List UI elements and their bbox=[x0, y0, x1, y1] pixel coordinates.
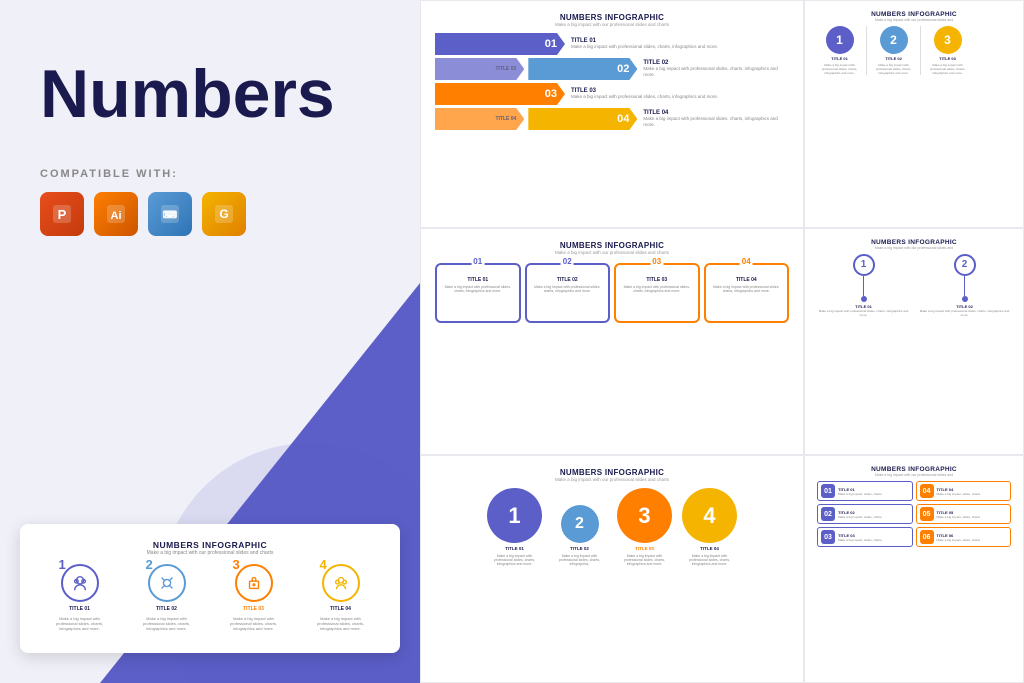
arrow-row-1: 01 TITLE 01 Make a big impact with profe… bbox=[435, 33, 789, 55]
rc1-title: NUMBERS INFOGRAPHIC bbox=[817, 11, 1011, 18]
rc3-item-2: 02 TITLE 02 Make a big impact, slides, c… bbox=[817, 504, 913, 524]
cg-3: 3 TITLE 03 Make a big impact with profes… bbox=[617, 488, 672, 566]
bracket-1: 01 TITLE 01 Make a big impact with profe… bbox=[435, 263, 521, 323]
arrow-label-2: TITLE 02 Make a big impact with professi… bbox=[643, 60, 789, 78]
slide1-title: NUMBERS INFOGRAPHIC bbox=[435, 13, 789, 22]
slide2-title: NUMBERS INFOGRAPHIC bbox=[435, 241, 789, 250]
rc2-item-1: 1 TITLE 01 Make a big impact with profes… bbox=[817, 254, 910, 317]
arrow-4: 04 bbox=[528, 108, 637, 130]
rc1-item-3: 3 TITLE 03 Make a big impact with profes… bbox=[925, 26, 970, 75]
circle-2: 2 bbox=[148, 564, 186, 602]
rc3-title: NUMBERS INFOGRAPHIC bbox=[817, 466, 1011, 473]
arrow-label-1: TITLE 01 Make a big impact with professi… bbox=[571, 38, 718, 50]
svg-text:G: G bbox=[219, 207, 228, 221]
compatible-label: COMPATIBLE WITH: bbox=[40, 168, 380, 180]
slide-arrows: NUMBERS INFOGRAPHIC Make a big impact wi… bbox=[420, 0, 804, 228]
circle-icons: 1 TITLE 01 Make a big impact with profes… bbox=[36, 564, 384, 631]
arrow-row-4: TITLE 04 04 TITLE 04 Make a big impact w… bbox=[435, 108, 789, 130]
cg-1: 1 TITLE 01 Make a big impact with profes… bbox=[487, 488, 542, 566]
right-column: NUMBERS INFOGRAPHIC Make a big impact wi… bbox=[804, 0, 1024, 683]
preview-item-4: 4 TITLE 04 Make a big impact with profes… bbox=[313, 564, 368, 631]
right-card-2: NUMBERS INFOGRAPHIC Make a big impact wi… bbox=[804, 228, 1024, 456]
ci-desc-2: Make a big impact with professional slid… bbox=[139, 616, 194, 631]
rc2-subtitle: Make a big impact with our professional … bbox=[817, 246, 1011, 250]
slide-circles: NUMBERS INFOGRAPHIC Make a big impact wi… bbox=[420, 455, 804, 683]
right-card-3: NUMBERS INFOGRAPHIC Make a big impact wi… bbox=[804, 455, 1024, 683]
rc1-arrows: 1 TITLE 01 Make a big impact with profes… bbox=[817, 26, 1011, 75]
arrow-row-3: 03 TITLE 03 Make a big impact with profe… bbox=[435, 83, 789, 105]
arrow-infographic: 01 TITLE 01 Make a big impact with profe… bbox=[435, 33, 789, 130]
rc3-item-5: 05 TITLE 05 Make a big impact, slides, c… bbox=[916, 504, 1012, 524]
preview-item-1: 1 TITLE 01 Make a big impact with profes… bbox=[52, 564, 107, 631]
slide2-subtitle: Make a big impact with our professional … bbox=[435, 250, 789, 255]
rc1-item-2: 2 TITLE 02 Make a big impact with profes… bbox=[871, 26, 916, 75]
powerpoint-icon: P bbox=[40, 192, 84, 236]
slide-brackets: NUMBERS INFOGRAPHIC Make a big impact wi… bbox=[420, 228, 804, 456]
arrow-2: 02 bbox=[528, 58, 637, 80]
ci-label-4: TITLE 04 bbox=[330, 606, 351, 612]
arrow-1: 01 bbox=[435, 33, 565, 55]
big-circle-3: 3 bbox=[617, 488, 672, 543]
circle-4: 4 bbox=[322, 564, 360, 602]
rc3-subtitle: Make a big impact with our professional … bbox=[817, 473, 1011, 477]
arrow-label-title4: TITLE 04 bbox=[435, 108, 524, 130]
rc3-item-1: 01 TITLE 01 Make a big impact, slides, c… bbox=[817, 481, 913, 501]
circle-1: 1 bbox=[61, 564, 99, 602]
svg-text:P: P bbox=[58, 207, 67, 222]
rc3-item-6: 06 TITLE 06 Make a big impact, slides, c… bbox=[916, 527, 1012, 547]
arrow-label-4: TITLE 04 Make a big impact with professi… bbox=[643, 110, 789, 128]
ci-label-3: TITLE 03 bbox=[243, 606, 264, 612]
preview-subtitle: Make a big impact with our professional … bbox=[36, 550, 384, 556]
illustrator-icon: Ai bbox=[94, 192, 138, 236]
keynote-icon: ⌨ bbox=[148, 192, 192, 236]
preview-item-3: 3 TITLE 03 Make a big impact with profes… bbox=[226, 564, 281, 631]
slide3-title: NUMBERS INFOGRAPHIC bbox=[435, 468, 789, 477]
big-circle-4: 4 bbox=[682, 488, 737, 543]
rc1-subtitle: Make a big impact with our professional … bbox=[817, 18, 1011, 22]
arrow-label-3: TITLE 03 Make a big impact with professi… bbox=[571, 88, 718, 100]
ci-desc-4: Make a big impact with professional slid… bbox=[313, 616, 368, 631]
rc3-grid: 01 TITLE 01 Make a big impact, slides, c… bbox=[817, 481, 1011, 547]
right-panel: NUMBERS INFOGRAPHIC Make a big impact wi… bbox=[420, 0, 1024, 683]
svg-text:Ai: Ai bbox=[111, 210, 122, 222]
rc2-title: NUMBERS INFOGRAPHIC bbox=[817, 239, 1011, 246]
rc2-timeline: 1 TITLE 01 Make a big impact with profes… bbox=[817, 254, 1011, 317]
small-circle-2: 2 bbox=[561, 505, 599, 543]
cg-2: 2 TITLE 02 Make a big impact with profes… bbox=[552, 505, 607, 566]
circles-row: 1 TITLE 01 Make a big impact with profes… bbox=[435, 488, 789, 566]
rc2-item-2: 2 TITLE 02 Make a big impact with profes… bbox=[918, 254, 1011, 317]
arrow-3: 03 bbox=[435, 83, 565, 105]
rc3-item-3: 03 TITLE 03 Make a big impact, slides, c… bbox=[817, 527, 913, 547]
left-preview-slide: NUMBERS INFOGRAPHIC Make a big impact wi… bbox=[20, 524, 400, 653]
circle-3: 3 bbox=[235, 564, 273, 602]
gdocs-icon: G bbox=[202, 192, 246, 236]
preview-title: NUMBERS INFOGRAPHIC bbox=[36, 540, 384, 550]
rc3-item-4: 04 TITLE 04 Make a big impact, slides, c… bbox=[916, 481, 1012, 501]
slide1-subtitle: Make a big impact with our professional … bbox=[435, 22, 789, 27]
left-content: Numbers COMPATIBLE WITH: P Ai ⌨ G bbox=[0, 0, 420, 336]
ci-label-1: TITLE 01 bbox=[69, 606, 90, 612]
bracket-2: 02 TITLE 02 Make a big impact with profe… bbox=[525, 263, 611, 323]
ci-desc-1: Make a big impact with professional slid… bbox=[52, 616, 107, 631]
slide3-subtitle: Make a big impact with our professional … bbox=[435, 477, 789, 482]
ci-label-2: TITLE 02 bbox=[156, 606, 177, 612]
left-panel: Numbers COMPATIBLE WITH: P Ai ⌨ G NUMBER… bbox=[0, 0, 420, 683]
main-title: Numbers bbox=[40, 60, 380, 128]
svg-text:⌨: ⌨ bbox=[163, 210, 178, 221]
arrow-row-2: TITLE 02 02 TITLE 02 Make a big impact w… bbox=[435, 58, 789, 80]
big-circle-1: 1 bbox=[487, 488, 542, 543]
bracket-row: 01 TITLE 01 Make a big impact with profe… bbox=[435, 263, 789, 323]
app-icons-row: P Ai ⌨ G bbox=[40, 192, 380, 236]
bracket-4: 04 TITLE 04 Make a big impact with profe… bbox=[704, 263, 790, 323]
rc1-item-1: 1 TITLE 01 Make a big impact with profes… bbox=[817, 26, 862, 75]
ci-desc-3: Make a big impact with professional slid… bbox=[226, 616, 281, 631]
cg-4: 4 TITLE 04 Make a big impact with profes… bbox=[682, 488, 737, 566]
preview-item-2: 2 TITLE 02 Make a big impact with profes… bbox=[139, 564, 194, 631]
arrow-label-title2: TITLE 02 bbox=[435, 58, 524, 80]
right-card-1: NUMBERS INFOGRAPHIC Make a big impact wi… bbox=[804, 0, 1024, 228]
bracket-3: 03 TITLE 03 Make a big impact with profe… bbox=[614, 263, 700, 323]
